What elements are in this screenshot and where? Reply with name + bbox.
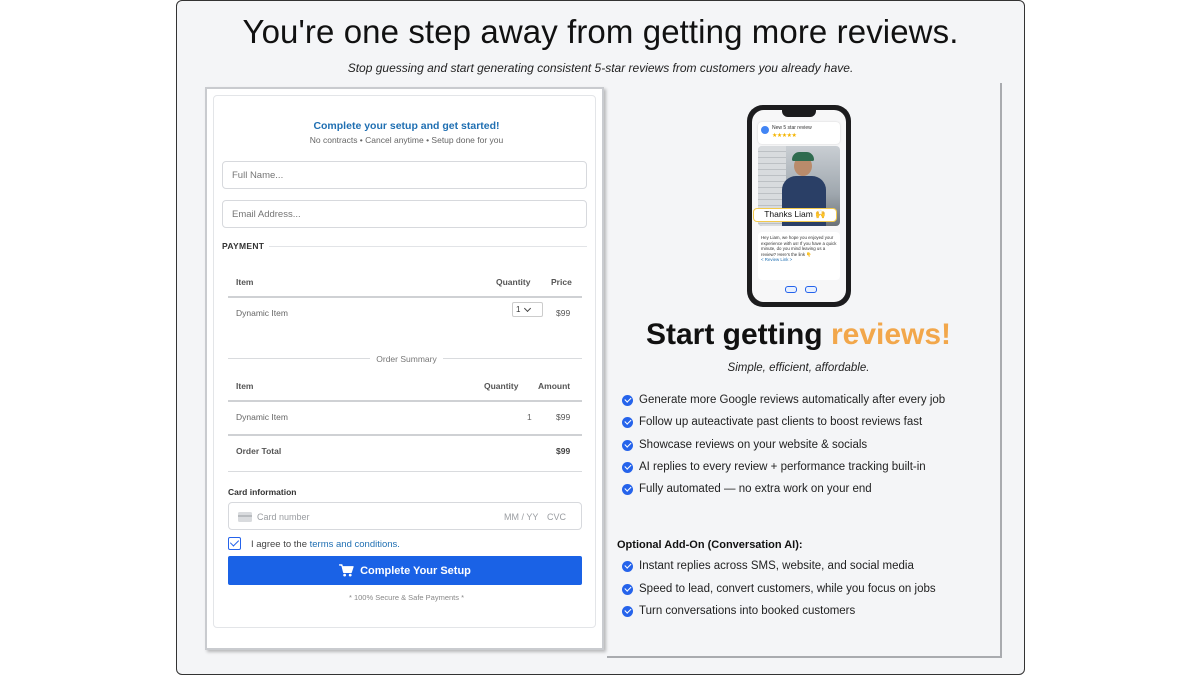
benefit-item: AI replies to every review + performance… bbox=[622, 461, 926, 473]
notification-title: New 5 star review bbox=[772, 125, 812, 131]
card-input[interactable]: Card number MM / YY CVC bbox=[228, 502, 582, 530]
check-circle-icon bbox=[622, 439, 633, 451]
full-name-input[interactable] bbox=[222, 161, 587, 189]
check-circle-icon bbox=[622, 416, 633, 428]
order-total-label: Order Total bbox=[236, 446, 282, 456]
summary-total-divider bbox=[228, 434, 582, 436]
check-circle-icon bbox=[622, 394, 633, 406]
chevron-down-icon bbox=[524, 304, 532, 312]
phone-notch bbox=[782, 110, 816, 117]
order-total-amount: $99 bbox=[556, 446, 571, 456]
quantity-select-value: 1 bbox=[516, 305, 521, 314]
summary-header-quantity: Quantity bbox=[484, 381, 519, 391]
card-number-field[interactable]: Card number bbox=[257, 512, 310, 522]
terms-checkbox[interactable] bbox=[228, 537, 241, 550]
payment-divider bbox=[269, 246, 587, 247]
items-row-item: Dynamic Item bbox=[236, 308, 288, 318]
start-getting-reviews-title: Start getting reviews! bbox=[645, 318, 952, 351]
check-circle-icon bbox=[622, 560, 633, 572]
check-circle-icon bbox=[622, 483, 633, 495]
summary-header-divider bbox=[228, 400, 582, 402]
card-expiry-field[interactable]: MM / YY bbox=[504, 512, 538, 522]
star-rating: ★★★★★ bbox=[772, 133, 797, 139]
items-header-divider bbox=[228, 296, 582, 298]
phone-mockup: New 5 star review ★★★★★ Hey Liam, we hop… bbox=[747, 105, 851, 307]
technician-cap bbox=[792, 152, 814, 161]
terms-link[interactable]: terms and conditions. bbox=[310, 539, 400, 550]
terms-agreement-text: I agree to the terms and conditions. bbox=[251, 539, 400, 550]
items-row-price: $99 bbox=[556, 308, 571, 318]
form-subtitle: No contracts • Cancel anytime • Setup do… bbox=[309, 135, 504, 145]
form-title: Complete your setup and get started! bbox=[313, 120, 500, 132]
thanks-bubble: Thanks Liam 🙌 bbox=[753, 208, 837, 222]
complete-setup-label: Complete Your Setup bbox=[360, 564, 471, 577]
check-circle-icon bbox=[622, 461, 633, 473]
sms-message-text: Hey Liam, we hope you enjoyed your exper… bbox=[761, 235, 837, 257]
email-input[interactable] bbox=[222, 200, 587, 228]
quantity-select[interactable]: 1 bbox=[512, 302, 543, 317]
addon-item: Speed to lead, convert customers, while … bbox=[622, 583, 936, 595]
review-notification: New 5 star review ★★★★★ bbox=[758, 122, 840, 144]
items-header-item: Item bbox=[236, 277, 254, 287]
tagline: Simple, efficient, affordable. bbox=[727, 362, 870, 374]
summary-header-amount: Amount bbox=[538, 381, 571, 391]
benefit-item: Showcase reviews on your website & socia… bbox=[622, 439, 867, 451]
complete-setup-button[interactable]: Complete Your Setup bbox=[228, 556, 582, 585]
summary-header-item: Item bbox=[236, 381, 254, 391]
secure-payments-note: * 100% Secure & Safe Payments * bbox=[348, 593, 465, 602]
sms-review-link: < Review Link > bbox=[761, 257, 793, 263]
items-header-quantity: Quantity bbox=[496, 277, 531, 287]
credit-card-icon bbox=[238, 512, 252, 522]
title-accent: reviews! bbox=[830, 318, 952, 351]
sms-message: Hey Liam, we hope you enjoyed your exper… bbox=[758, 232, 840, 280]
items-header-price: Price bbox=[551, 277, 572, 287]
summary-row-amount: $99 bbox=[556, 412, 571, 422]
summary-row-quantity: 1 bbox=[527, 412, 532, 422]
reply-pill-left bbox=[785, 286, 797, 293]
phone-screen: New 5 star review ★★★★★ Hey Liam, we hop… bbox=[752, 110, 846, 302]
addon-item: Turn conversations into booked customers bbox=[622, 605, 855, 617]
page-subheadline: Stop guessing and start generating consi… bbox=[347, 61, 854, 75]
check-circle-icon bbox=[622, 583, 633, 595]
cart-icon bbox=[339, 564, 354, 577]
benefit-item: Fully automated — no extra work on your … bbox=[622, 483, 872, 495]
addon-item: Instant replies across SMS, website, and… bbox=[622, 560, 914, 572]
card-cvc-field[interactable]: CVC bbox=[547, 512, 566, 522]
card-information-label: Card information bbox=[228, 487, 297, 497]
payment-section-label: PAYMENT bbox=[222, 241, 265, 251]
google-icon bbox=[761, 126, 769, 134]
summary-bottom-divider bbox=[228, 471, 582, 472]
benefit-item: Follow up auteactivate past clients to b… bbox=[622, 416, 922, 428]
addon-title: Optional Add-On (Conversation AI): bbox=[617, 539, 803, 551]
order-summary-label: Order Summary bbox=[207, 354, 606, 364]
check-circle-icon bbox=[622, 605, 633, 617]
checkout-form-card: Complete your setup and get started! No … bbox=[205, 87, 604, 650]
page-headline: You're one step away from getting more r… bbox=[242, 13, 959, 50]
reply-pill-right bbox=[805, 286, 817, 293]
benefit-item: Generate more Google reviews automatical… bbox=[622, 394, 945, 406]
summary-row-item: Dynamic Item bbox=[236, 412, 288, 422]
